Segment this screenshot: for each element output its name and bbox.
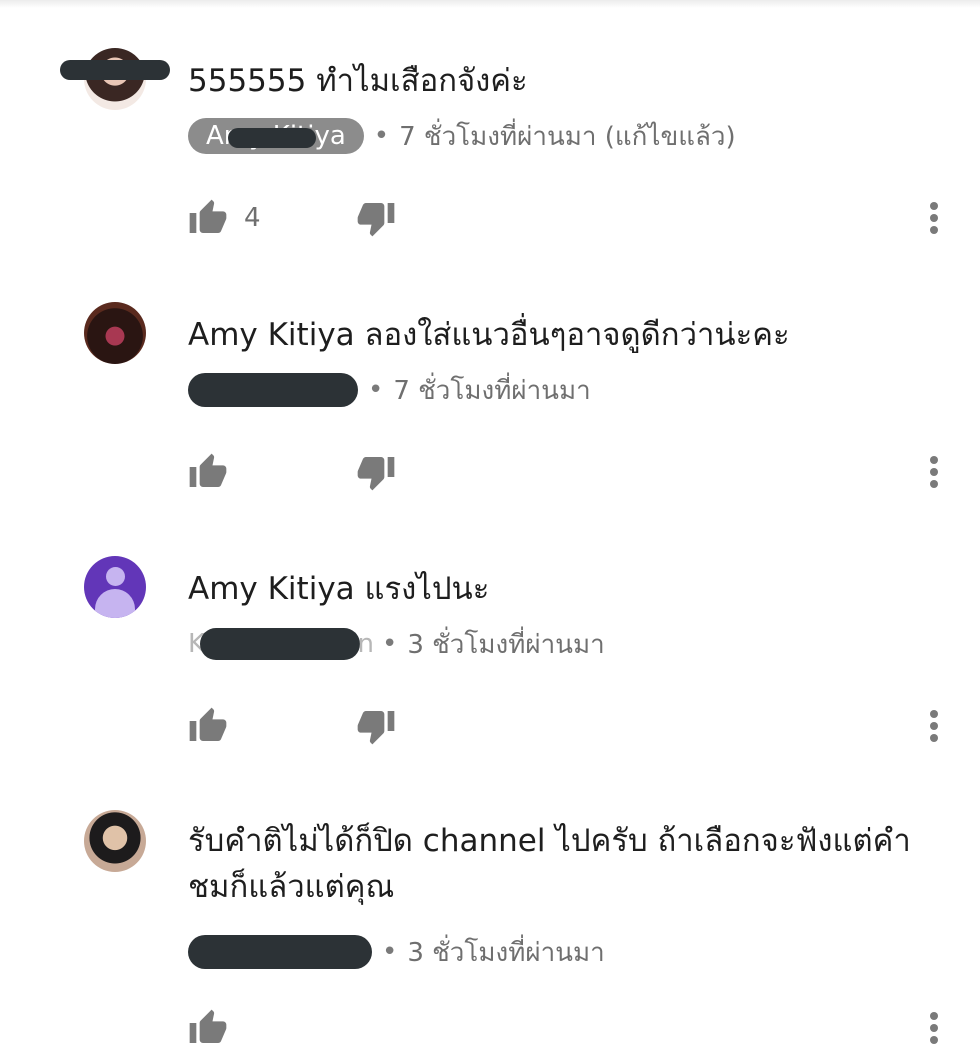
comment-text: Amy Kitiya ลองใส่แนวอื่นๆอาจดูดีกว่าน่ะค…	[188, 317, 790, 353]
redacted-author[interactable]: K n	[188, 626, 374, 662]
comment-time: 7 ชั่วโมงที่ผ่านมา	[393, 375, 591, 406]
separator-dot: •	[368, 375, 384, 405]
top-shadow	[0, 0, 980, 8]
more-vert-icon	[930, 710, 938, 742]
dislike-button[interactable]	[356, 450, 396, 494]
more-options-button[interactable]	[922, 196, 946, 240]
separator-dot: •	[382, 629, 398, 659]
more-vert-icon	[930, 1012, 938, 1044]
like-button[interactable]	[188, 450, 228, 494]
default-avatar-body	[95, 589, 135, 618]
comment-meta: K n • 3 ชั่วโมงที่ผ่านมา	[188, 626, 605, 662]
like-button[interactable]	[188, 1006, 228, 1050]
more-vert-icon	[930, 456, 938, 488]
more-options-button[interactable]	[922, 450, 946, 494]
thumbs-down-icon	[357, 457, 395, 491]
avatar[interactable]	[84, 810, 146, 872]
redaction-bar	[228, 128, 316, 148]
avatar[interactable]	[84, 556, 146, 618]
more-options-button[interactable]	[922, 1006, 946, 1050]
redaction-bar	[200, 628, 360, 660]
more-options-button[interactable]	[922, 704, 946, 748]
comment-actions	[188, 704, 948, 748]
comment-actions: 4	[188, 196, 948, 240]
comment-text: รับคำติไม่ได้ก็ปิด channel ไปครับ ถ้าเลื…	[188, 823, 911, 905]
default-avatar-head	[106, 567, 125, 586]
comment-meta: Amy Kitiya • 7 ชั่วโมงที่ผ่านมา (แก้ไขแล…	[188, 118, 736, 154]
redacted-author[interactable]	[188, 935, 372, 969]
comment-text: Amy Kitiya แรงไปนะ	[188, 571, 490, 607]
thumbs-up-icon	[189, 199, 227, 233]
dislike-button[interactable]	[356, 704, 396, 748]
redaction-bar	[60, 60, 170, 80]
like-button[interactable]: 4	[188, 196, 261, 240]
comment-text: 555555 ทำไมเสือกจังค่ะ	[188, 63, 528, 99]
thumbs-down-icon	[357, 203, 395, 237]
comment-time: 7 ชั่วโมงที่ผ่านมา (แก้ไขแล้ว)	[399, 121, 736, 152]
comment-meta: • 3 ชั่วโมงที่ผ่านมา	[188, 934, 605, 970]
comment-meta: • 7 ชั่วโมงที่ผ่านมา	[188, 372, 591, 408]
separator-dot: •	[373, 121, 390, 151]
dislike-button[interactable]	[356, 196, 396, 240]
thumbs-up-icon	[189, 453, 227, 487]
redacted-author[interactable]	[188, 373, 358, 407]
thumbs-down-icon	[357, 711, 395, 745]
comment-actions	[188, 1006, 948, 1050]
separator-dot: •	[382, 937, 398, 967]
comment-time: 3 ชั่วโมงที่ผ่านมา	[407, 629, 605, 660]
more-vert-icon	[930, 202, 938, 234]
thumbs-up-icon	[189, 707, 227, 741]
like-count: 4	[244, 203, 261, 233]
comment-time: 3 ชั่วโมงที่ผ่านมา	[407, 937, 605, 968]
avatar[interactable]	[84, 302, 146, 364]
thumbs-up-icon	[189, 1009, 227, 1043]
author-fragment: n	[357, 629, 374, 659]
like-button[interactable]	[188, 704, 228, 748]
author-chip[interactable]: Amy Kitiya	[188, 118, 364, 154]
comment-actions	[188, 450, 948, 494]
